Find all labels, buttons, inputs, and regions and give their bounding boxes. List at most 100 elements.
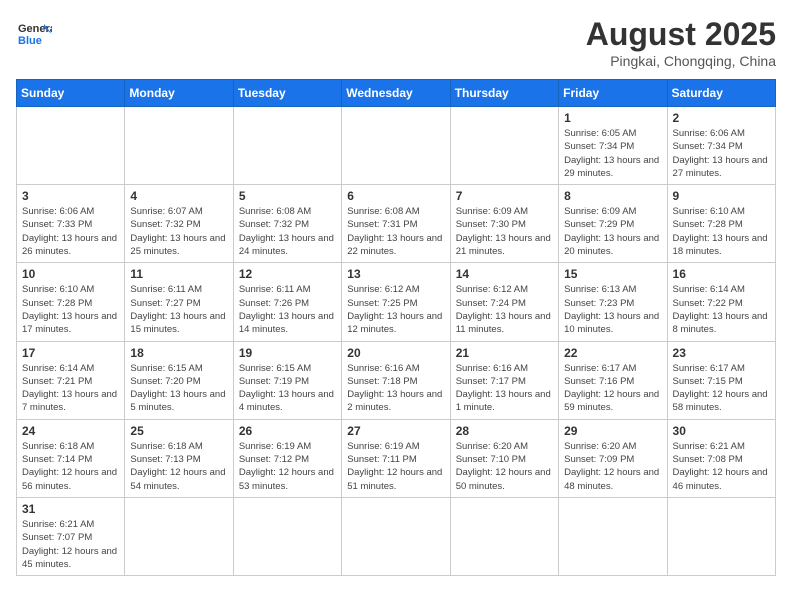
day-info: Sunrise: 6:19 AM Sunset: 7:11 PM Dayligh…	[347, 440, 444, 493]
day-number: 1	[564, 111, 661, 125]
day-number: 21	[456, 346, 553, 360]
calendar-day-11: 11 Sunrise: 6:11 AM Sunset: 7:27 PM Dayli…	[125, 263, 233, 341]
day-info: Sunrise: 6:12 AM Sunset: 7:24 PM Dayligh…	[456, 283, 553, 336]
day-info: Sunrise: 6:11 AM Sunset: 7:27 PM Dayligh…	[130, 283, 227, 336]
day-info: Sunrise: 6:14 AM Sunset: 7:21 PM Dayligh…	[22, 362, 119, 415]
day-number: 15	[564, 267, 661, 281]
svg-text:Blue: Blue	[18, 35, 42, 47]
day-number: 9	[673, 189, 770, 203]
title-area: August 2025 Pingkai, Chongqing, China	[586, 16, 776, 69]
empty-cell	[667, 497, 775, 575]
calendar-day-4: 4 Sunrise: 6:07 AM Sunset: 7:32 PM Daylig…	[125, 185, 233, 263]
day-number: 11	[130, 267, 227, 281]
day-info: Sunrise: 6:20 AM Sunset: 7:10 PM Dayligh…	[456, 440, 553, 493]
calendar-row-1: 1 Sunrise: 6:05 AM Sunset: 7:34 PM Daylig…	[17, 107, 776, 185]
calendar-day-26: 26 Sunrise: 6:19 AM Sunset: 7:12 PM Dayli…	[233, 419, 341, 497]
day-number: 24	[22, 424, 119, 438]
calendar-subtitle: Pingkai, Chongqing, China	[586, 53, 776, 69]
day-info: Sunrise: 6:07 AM Sunset: 7:32 PM Dayligh…	[130, 205, 227, 258]
header-thursday: Thursday	[450, 80, 558, 107]
day-info: Sunrise: 6:13 AM Sunset: 7:23 PM Dayligh…	[564, 283, 661, 336]
day-info: Sunrise: 6:09 AM Sunset: 7:30 PM Dayligh…	[456, 205, 553, 258]
empty-cell	[17, 107, 125, 185]
calendar-day-20: 20 Sunrise: 6:16 AM Sunset: 7:18 PM Dayli…	[342, 341, 450, 419]
day-info: Sunrise: 6:05 AM Sunset: 7:34 PM Dayligh…	[564, 127, 661, 180]
day-info: Sunrise: 6:19 AM Sunset: 7:12 PM Dayligh…	[239, 440, 336, 493]
calendar-day-12: 12 Sunrise: 6:11 AM Sunset: 7:26 PM Dayli…	[233, 263, 341, 341]
day-number: 29	[564, 424, 661, 438]
calendar-row-5: 24 Sunrise: 6:18 AM Sunset: 7:14 PM Dayli…	[17, 419, 776, 497]
calendar-row-4: 17 Sunrise: 6:14 AM Sunset: 7:21 PM Dayli…	[17, 341, 776, 419]
header-sunday: Sunday	[17, 80, 125, 107]
empty-cell	[125, 497, 233, 575]
day-number: 28	[456, 424, 553, 438]
day-number: 4	[130, 189, 227, 203]
empty-cell	[450, 107, 558, 185]
calendar-day-15: 15 Sunrise: 6:13 AM Sunset: 7:23 PM Dayli…	[559, 263, 667, 341]
day-info: Sunrise: 6:10 AM Sunset: 7:28 PM Dayligh…	[673, 205, 770, 258]
day-info: Sunrise: 6:16 AM Sunset: 7:17 PM Dayligh…	[456, 362, 553, 415]
calendar-day-23: 23 Sunrise: 6:17 AM Sunset: 7:15 PM Dayli…	[667, 341, 775, 419]
day-number: 19	[239, 346, 336, 360]
header-tuesday: Tuesday	[233, 80, 341, 107]
day-number: 26	[239, 424, 336, 438]
day-number: 20	[347, 346, 444, 360]
calendar-day-1: 1 Sunrise: 6:05 AM Sunset: 7:34 PM Daylig…	[559, 107, 667, 185]
empty-cell	[233, 107, 341, 185]
day-number: 12	[239, 267, 336, 281]
calendar-day-3: 3 Sunrise: 6:06 AM Sunset: 7:33 PM Daylig…	[17, 185, 125, 263]
day-number: 5	[239, 189, 336, 203]
calendar-row-3: 10Sunrise: 6:10 AM Sunset: 7:28 PM Dayli…	[17, 263, 776, 341]
calendar-day-16: 16 Sunrise: 6:14 AM Sunset: 7:22 PM Dayli…	[667, 263, 775, 341]
header-saturday: Saturday	[667, 80, 775, 107]
day-number: 16	[673, 267, 770, 281]
day-info: Sunrise: 6:12 AM Sunset: 7:25 PM Dayligh…	[347, 283, 444, 336]
day-info: Sunrise: 6:20 AM Sunset: 7:09 PM Dayligh…	[564, 440, 661, 493]
logo-icon: General Blue	[16, 16, 52, 52]
day-info: Sunrise: 6:06 AM Sunset: 7:33 PM Dayligh…	[22, 205, 119, 258]
day-info: Sunrise: 6:17 AM Sunset: 7:15 PM Dayligh…	[673, 362, 770, 415]
calendar-day-25: 25Sunrise: 6:18 AM Sunset: 7:13 PM Dayli…	[125, 419, 233, 497]
day-info: Sunrise: 6:18 AM Sunset: 7:14 PM Dayligh…	[22, 440, 119, 493]
calendar-day-19: 19 Sunrise: 6:15 AM Sunset: 7:19 PM Dayli…	[233, 341, 341, 419]
calendar-row-6: 31Sunrise: 6:21 AM Sunset: 7:07 PM Dayli…	[17, 497, 776, 575]
calendar-day-30: 30Sunrise: 6:21 AM Sunset: 7:08 PM Dayli…	[667, 419, 775, 497]
day-number: 18	[130, 346, 227, 360]
empty-cell	[125, 107, 233, 185]
calendar-day-21: 21 Sunrise: 6:16 AM Sunset: 7:17 PM Dayli…	[450, 341, 558, 419]
day-info: Sunrise: 6:14 AM Sunset: 7:22 PM Dayligh…	[673, 283, 770, 336]
day-number: 2	[673, 111, 770, 125]
day-info: Sunrise: 6:15 AM Sunset: 7:19 PM Dayligh…	[239, 362, 336, 415]
calendar-row-2: 3 Sunrise: 6:06 AM Sunset: 7:33 PM Daylig…	[17, 185, 776, 263]
calendar-day-28: 28 Sunrise: 6:20 AM Sunset: 7:10 PM Dayli…	[450, 419, 558, 497]
day-number: 7	[456, 189, 553, 203]
empty-cell	[342, 497, 450, 575]
empty-cell	[342, 107, 450, 185]
day-number: 13	[347, 267, 444, 281]
day-number: 6	[347, 189, 444, 203]
calendar-title: August 2025	[586, 16, 776, 53]
calendar-day-27: 27Sunrise: 6:19 AM Sunset: 7:11 PM Dayli…	[342, 419, 450, 497]
header-wednesday: Wednesday	[342, 80, 450, 107]
day-info: Sunrise: 6:09 AM Sunset: 7:29 PM Dayligh…	[564, 205, 661, 258]
day-info: Sunrise: 6:08 AM Sunset: 7:31 PM Dayligh…	[347, 205, 444, 258]
calendar-day-18: 18 Sunrise: 6:15 AM Sunset: 7:20 PM Dayli…	[125, 341, 233, 419]
empty-cell	[559, 497, 667, 575]
day-info: Sunrise: 6:11 AM Sunset: 7:26 PM Dayligh…	[239, 283, 336, 336]
day-info: Sunrise: 6:15 AM Sunset: 7:20 PM Dayligh…	[130, 362, 227, 415]
calendar-day-7: 7 Sunrise: 6:09 AM Sunset: 7:30 PM Daylig…	[450, 185, 558, 263]
day-number: 3	[22, 189, 119, 203]
day-number: 23	[673, 346, 770, 360]
calendar-table: Sunday Monday Tuesday Wednesday Thursday…	[16, 79, 776, 576]
calendar-day-8: 8Sunrise: 6:09 AM Sunset: 7:29 PM Daylig…	[559, 185, 667, 263]
calendar-day-29: 29 Sunrise: 6:20 AM Sunset: 7:09 PM Dayli…	[559, 419, 667, 497]
day-number: 17	[22, 346, 119, 360]
logo: General Blue	[16, 16, 52, 52]
weekday-header-row: Sunday Monday Tuesday Wednesday Thursday…	[17, 80, 776, 107]
day-info: Sunrise: 6:10 AM Sunset: 7:28 PM Dayligh…	[22, 283, 119, 336]
day-number: 30	[673, 424, 770, 438]
day-info: Sunrise: 6:21 AM Sunset: 7:07 PM Dayligh…	[22, 518, 119, 571]
day-info: Sunrise: 6:16 AM Sunset: 7:18 PM Dayligh…	[347, 362, 444, 415]
calendar-day-24: 24 Sunrise: 6:18 AM Sunset: 7:14 PM Dayli…	[17, 419, 125, 497]
day-info: Sunrise: 6:17 AM Sunset: 7:16 PM Dayligh…	[564, 362, 661, 415]
